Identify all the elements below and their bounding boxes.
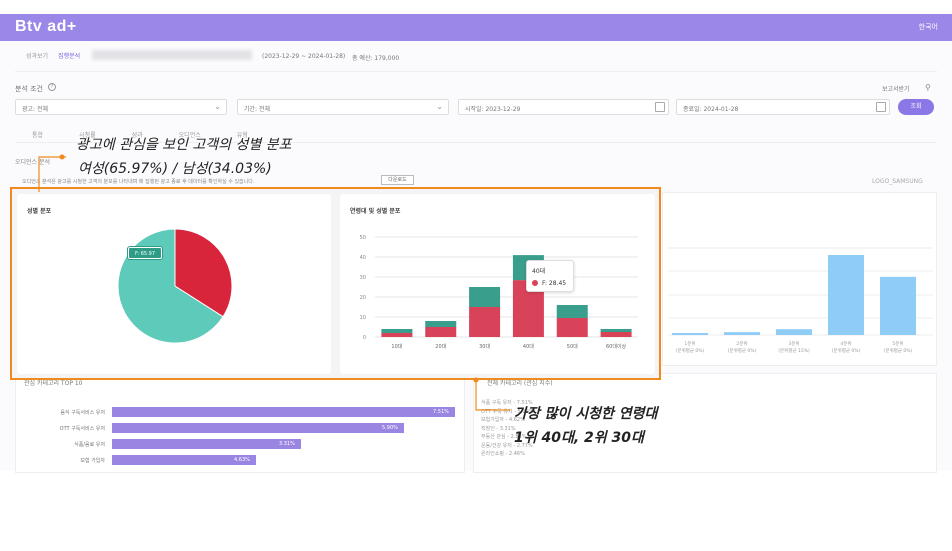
interest-value: 7.51%: [433, 409, 449, 415]
interest-label: 보험 가입자: [80, 458, 105, 464]
x-tick-label: 30대: [479, 343, 490, 350]
chevron-down-icon: ⌄: [214, 102, 221, 111]
income-bar: [776, 329, 812, 335]
x-tick-label: 60대이상: [606, 343, 627, 350]
advertiser-logo: LOGO_SAMSUNG: [872, 178, 923, 185]
calendar-icon[interactable]: [655, 102, 665, 112]
tab-execution-analysis[interactable]: 집행분석: [58, 51, 80, 60]
end-date-value: 종료일: 2024-01-28: [683, 106, 739, 113]
income-tick-label: 1분위: [684, 340, 695, 347]
campaign-period: (2023-12-29 ~ 2024-01-28): [262, 53, 346, 60]
gender-pie-chart: [117, 228, 233, 344]
bar-f: [425, 327, 457, 337]
income-bar: [672, 333, 708, 335]
audience-section-title: 오디언스 분석: [15, 159, 51, 166]
interest-bar: [112, 423, 404, 433]
income-distribution-card: 1분위 (분위평균 0%) 2분위 (분위평균 0%) 3분위 (분위평균 15%) 4분위…: [662, 192, 937, 366]
income-tick-label: 4분위: [840, 340, 851, 347]
divider: [15, 71, 937, 72]
income-tick-label: (분위평균 0%): [884, 347, 913, 354]
bar-f: [469, 307, 501, 337]
x-tick-label: 10대: [391, 343, 402, 350]
interest-value: 3.31%: [279, 441, 295, 447]
bar-m: [600, 329, 632, 332]
total-budget: 총 예산: 179,000: [352, 55, 400, 62]
x-tick-label: 40대: [523, 343, 534, 350]
period-type-select[interactable]: 기간: 전체 ⌄: [237, 99, 449, 115]
gender-annotation-value: 여성(65.97%) / 남성(34.03%): [78, 161, 272, 177]
interest-bar: [112, 439, 301, 449]
tooltip-title: 40대: [532, 268, 546, 275]
chevron-down-icon: ⌄: [436, 102, 443, 111]
y-tick-label: 30: [360, 275, 366, 281]
subtab-all[interactable]: 통합: [32, 130, 43, 139]
report-download-link[interactable]: 보고서받기: [882, 84, 910, 93]
y-tick-label: 0: [363, 335, 366, 341]
bar-tooltip: 40대 F: 28.45: [526, 260, 574, 292]
income-bar: [880, 276, 916, 335]
income-tick-label: 2분위: [736, 340, 747, 347]
bar-m: [469, 287, 501, 307]
start-date-value: 시작일: 2023-12-29: [465, 106, 521, 113]
interest-label: OTT 구독서비스 유저: [59, 426, 105, 432]
search-button[interactable]: 조회: [898, 99, 934, 115]
income-tick-label: 5분위: [892, 340, 903, 347]
audience-notice: 오디언스 분석은 광고를 시청한 고객의 분포를 나타내며 매 집행된 광고 종…: [22, 179, 255, 185]
top-navbar: Btv ad+ 한국어: [0, 14, 952, 41]
interest-value: 5.90%: [382, 425, 398, 431]
tooltip-value: F: 28.45: [542, 280, 567, 287]
interest-label: 식품/음료 유저: [74, 442, 105, 448]
page-tabs: 성과보기 집행분석: [26, 51, 80, 60]
income-tick-label: (분위평균 15%): [778, 347, 810, 354]
period-type-value: 기간: 전체: [244, 106, 271, 113]
bar-m: [556, 305, 588, 318]
interest-bar: [112, 407, 455, 417]
pie-tooltip-tag: F: 65.97: [128, 247, 162, 259]
tooltip-dot: [532, 280, 538, 286]
filter-icon[interactable]: ⚲: [925, 83, 931, 92]
bar-f: [556, 318, 588, 337]
income-bar: [828, 255, 864, 335]
income-chart: 1분위(분위평균 0%)2분위(분위평균 0%)3분위(분위평균 15%)4분위…: [668, 247, 933, 354]
interest-value: 4.63%: [234, 457, 250, 463]
x-tick-label: 50대: [567, 343, 578, 350]
start-date-input[interactable]: 시작일: 2023-12-29: [458, 99, 669, 115]
income-tick-label: (분위평균 0%): [676, 347, 705, 354]
list-item: 온라인쇼핑 - 2.46%: [481, 451, 525, 457]
y-tick-label: 20: [360, 295, 366, 301]
age-gender-card: 연령대 및 성별 분포 0 10 20 30 40 50 10대 20대 30대 40대 50대 60…: [340, 194, 655, 374]
x-tick-label: 20대: [435, 343, 446, 350]
end-date-input[interactable]: 종료일: 2024-01-28: [676, 99, 890, 115]
gender-card: 성별 분포: [17, 194, 331, 374]
age-annotation-value: 1위 40대, 2위 30대: [514, 430, 644, 446]
age-annotation-title: 가장 많이 시청한 연령대: [514, 406, 658, 422]
income-tick-label: (분위평균 0%): [832, 347, 861, 354]
income-tick-label: (분위평균 0%): [728, 347, 757, 354]
help-icon[interactable]: ?: [48, 83, 56, 91]
calendar-icon[interactable]: [876, 102, 886, 112]
y-tick-label: 40: [360, 255, 366, 261]
interest-list-card: [473, 373, 937, 473]
gender-annotation-title: 광고에 관심을 보인 고객의 성별 분포: [76, 137, 292, 153]
income-tick-label: 3분위: [788, 340, 799, 347]
y-tick-label: 50: [360, 235, 366, 241]
bar-m: [425, 321, 457, 327]
bar-f: [600, 332, 632, 337]
bar-f: [381, 333, 413, 337]
download-button[interactable]: 다운로드: [381, 175, 414, 185]
bar-m: [381, 329, 413, 333]
income-bar: [724, 332, 760, 335]
language-selector[interactable]: 한국어: [919, 22, 938, 32]
condition-title: 분석 조건: [15, 85, 43, 93]
tab-performance[interactable]: 성과보기: [26, 51, 48, 60]
ad-select[interactable]: 광고: 전체 ⌄: [15, 99, 227, 115]
brand-logo[interactable]: Btv ad+: [15, 18, 77, 36]
list-item: 직장인 - 3.31%: [481, 425, 516, 432]
interest-label: 음식 구독서비스 유저: [60, 410, 105, 416]
campaign-name-redacted: [92, 50, 252, 60]
ad-select-value: 광고: 전체: [22, 106, 49, 113]
y-tick-label: 10: [360, 315, 366, 321]
age-bar-chart: 0 10 20 30 40 50 10대 20대 30대 40대 50대 60대이상: [360, 235, 638, 350]
